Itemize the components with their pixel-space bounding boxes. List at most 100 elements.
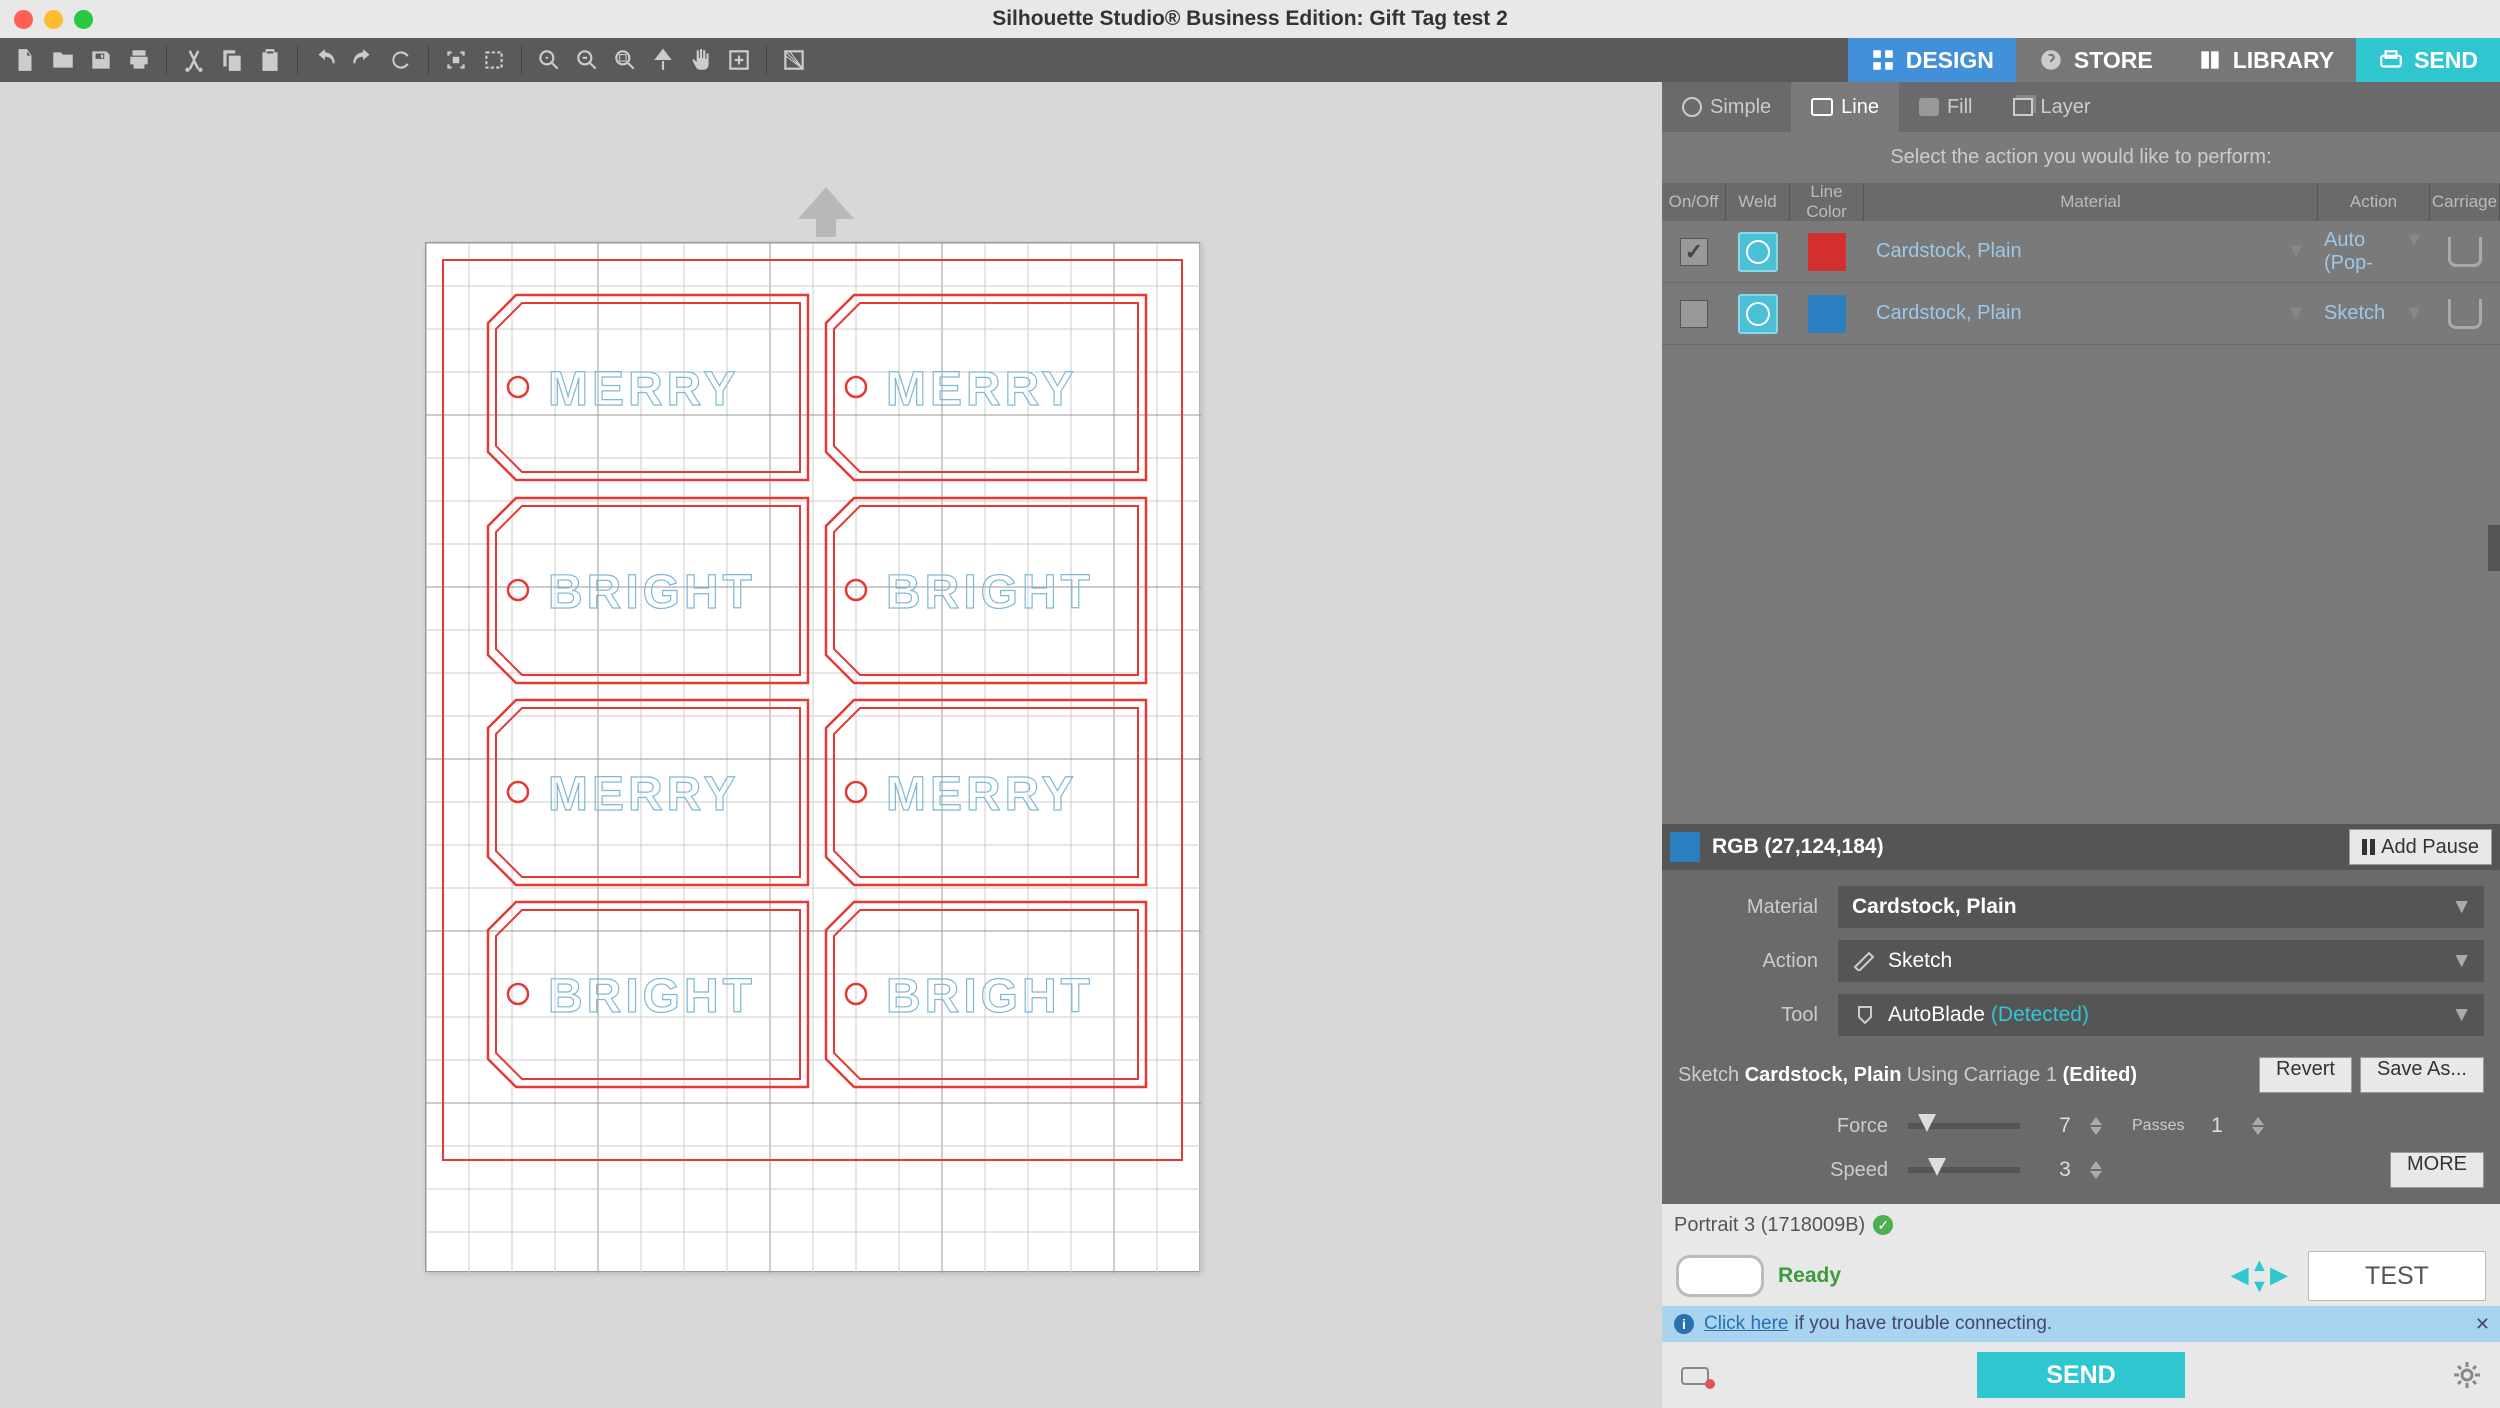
saveas-button[interactable]: Save As... bbox=[2360, 1057, 2484, 1093]
rgb-bar: RGB (27,124,184) Add Pause bbox=[1662, 824, 2500, 870]
svg-text:MERRY: MERRY bbox=[548, 768, 740, 821]
row-checkbox[interactable] bbox=[1680, 300, 1708, 328]
weld-icon[interactable] bbox=[1738, 294, 1778, 334]
tab-design-label: DESIGN bbox=[1906, 47, 1994, 74]
gear-icon[interactable] bbox=[2452, 1360, 2482, 1390]
main-toolbar: DESIGN STORE LIBRARY SEND bbox=[0, 38, 2500, 82]
tool-select[interactable]: AutoBlade(Detected)▼ bbox=[1838, 994, 2484, 1036]
save-file-icon[interactable] bbox=[84, 43, 118, 77]
revert-button[interactable]: Revert bbox=[2259, 1057, 2352, 1093]
row-material-select[interactable]: Cardstock, Plain▼ bbox=[1864, 302, 2318, 325]
zoom-out-icon[interactable] bbox=[570, 43, 604, 77]
add-pause-button[interactable]: Add Pause bbox=[2349, 829, 2492, 865]
help-bar: i Click here if you have trouble connect… bbox=[1662, 1306, 2500, 1342]
row-material-select[interactable]: Cardstock, Plain▼ bbox=[1864, 240, 2318, 263]
minimize-window[interactable] bbox=[44, 10, 63, 29]
passes-value: 1 bbox=[2192, 1114, 2242, 1138]
table-row: Cardstock, Plain▼ Sketch▼ bbox=[1662, 283, 2500, 345]
passes-stepper[interactable] bbox=[2252, 1117, 2264, 1135]
speed-value: 3 bbox=[2040, 1158, 2090, 1182]
device-bar: Portrait 3 (1718009B) ✓ bbox=[1662, 1204, 2500, 1246]
maximize-window[interactable] bbox=[74, 10, 93, 29]
svg-text:BRIGHT: BRIGHT bbox=[886, 970, 1094, 1023]
tab-store[interactable]: STORE bbox=[2016, 38, 2175, 82]
select-all-icon[interactable] bbox=[439, 43, 473, 77]
speed-label: Speed bbox=[1678, 1159, 1908, 1182]
carriage-icon[interactable] bbox=[2448, 237, 2482, 267]
subtab-layer[interactable]: Layer bbox=[1993, 82, 2111, 132]
sync-icon[interactable] bbox=[384, 43, 418, 77]
redo-icon[interactable] bbox=[346, 43, 380, 77]
panel-handle[interactable] bbox=[2488, 525, 2500, 571]
action-label: Action bbox=[1678, 950, 1838, 973]
row-checkbox[interactable] bbox=[1680, 238, 1708, 266]
subtab-fill[interactable]: Fill bbox=[1899, 82, 1993, 132]
window-title: Silhouette Studio® Business Edition: Gif… bbox=[992, 7, 1508, 31]
deselect-icon[interactable] bbox=[477, 43, 511, 77]
line-color-swatch bbox=[1808, 295, 1846, 333]
more-button[interactable]: MORE bbox=[2390, 1152, 2484, 1188]
action-table-header: On/Off Weld Line Color Material Action C… bbox=[1662, 183, 2500, 221]
design-page: MERRY MERRY BRIGHT BRIGHT MERRY MERRY BRIGHT BR… bbox=[425, 242, 1200, 1272]
tab-send[interactable]: SEND bbox=[2356, 38, 2500, 82]
autoblade-icon bbox=[1852, 1005, 1878, 1025]
svg-text:BRIGHT: BRIGHT bbox=[548, 970, 756, 1023]
force-label: Force bbox=[1678, 1115, 1908, 1138]
line-color-swatch bbox=[1808, 233, 1846, 271]
test-button[interactable]: TEST bbox=[2308, 1251, 2486, 1301]
tab-send-label: SEND bbox=[2414, 47, 2478, 74]
tab-design[interactable]: DESIGN bbox=[1848, 38, 2016, 82]
force-slider[interactable] bbox=[1908, 1123, 2020, 1129]
cut-icon[interactable] bbox=[177, 43, 211, 77]
close-window[interactable] bbox=[14, 10, 33, 29]
print-icon[interactable] bbox=[122, 43, 156, 77]
subtab-simple[interactable]: Simple bbox=[1662, 82, 1791, 132]
tab-store-label: STORE bbox=[2074, 47, 2153, 74]
info-icon: i bbox=[1674, 1314, 1694, 1334]
action-select[interactable]: Sketch▼ bbox=[1838, 940, 2484, 982]
force-value: 7 bbox=[2040, 1114, 2090, 1138]
usb-icon[interactable] bbox=[1680, 1360, 1716, 1390]
jog-arrows-icon[interactable]: ◄▲▼► bbox=[2225, 1255, 2294, 1297]
material-select[interactable]: Cardstock, Plain▼ bbox=[1838, 886, 2484, 928]
open-file-icon[interactable] bbox=[46, 43, 80, 77]
material-label: Material bbox=[1678, 896, 1838, 919]
pan-icon[interactable] bbox=[684, 43, 718, 77]
device-ok-icon: ✓ bbox=[1873, 1215, 1893, 1235]
undo-icon[interactable] bbox=[308, 43, 342, 77]
paste-icon[interactable] bbox=[253, 43, 287, 77]
tags-layer: MERRY MERRY BRIGHT BRIGHT MERRY MERRY BRIGHT BR… bbox=[426, 243, 1201, 1273]
speed-stepper[interactable] bbox=[2090, 1161, 2102, 1179]
window-titlebar: Silhouette Studio® Business Edition: Gif… bbox=[0, 0, 2500, 38]
sketch-icon bbox=[1852, 951, 1878, 971]
svg-text:MERRY: MERRY bbox=[548, 363, 740, 416]
feed-direction-icon bbox=[798, 187, 854, 219]
send-button[interactable]: SEND bbox=[1977, 1352, 2185, 1398]
close-help-icon[interactable]: ✕ bbox=[2475, 1314, 2490, 1335]
svg-text:BRIGHT: BRIGHT bbox=[548, 566, 756, 619]
svg-text:MERRY: MERRY bbox=[886, 768, 1078, 821]
carriage-icon[interactable] bbox=[2448, 299, 2482, 329]
fit-page-icon[interactable] bbox=[722, 43, 756, 77]
force-stepper[interactable] bbox=[2090, 1117, 2102, 1135]
speed-slider[interactable] bbox=[1908, 1167, 2020, 1173]
canvas-area[interactable]: MERRY MERRY BRIGHT BRIGHT MERRY MERRY BRIGHT BR… bbox=[0, 82, 1662, 1408]
color-swatch bbox=[1670, 832, 1700, 862]
svg-text:MERRY: MERRY bbox=[886, 363, 1078, 416]
zoom-selection-icon[interactable] bbox=[608, 43, 642, 77]
svg-text:BRIGHT: BRIGHT bbox=[886, 566, 1094, 619]
tab-library[interactable]: LIBRARY bbox=[2175, 38, 2356, 82]
weld-icon[interactable] bbox=[1738, 232, 1778, 272]
crosshatch-icon[interactable] bbox=[777, 43, 811, 77]
zoom-in-icon[interactable] bbox=[532, 43, 566, 77]
subtab-line[interactable]: Line bbox=[1791, 82, 1899, 132]
row-action-select[interactable]: Auto (Pop-▼ bbox=[2318, 229, 2430, 275]
row-action-select[interactable]: Sketch▼ bbox=[2318, 302, 2430, 325]
new-file-icon[interactable] bbox=[8, 43, 42, 77]
zoom-fit-icon[interactable] bbox=[646, 43, 680, 77]
help-link[interactable]: Click here bbox=[1704, 1313, 1788, 1335]
rgb-label: RGB (27,124,184) bbox=[1712, 835, 2337, 859]
sketch-summary: Sketch Cardstock, Plain Using Carriage 1… bbox=[1662, 1052, 2500, 1098]
tab-library-label: LIBRARY bbox=[2233, 47, 2334, 74]
copy-icon[interactable] bbox=[215, 43, 249, 77]
